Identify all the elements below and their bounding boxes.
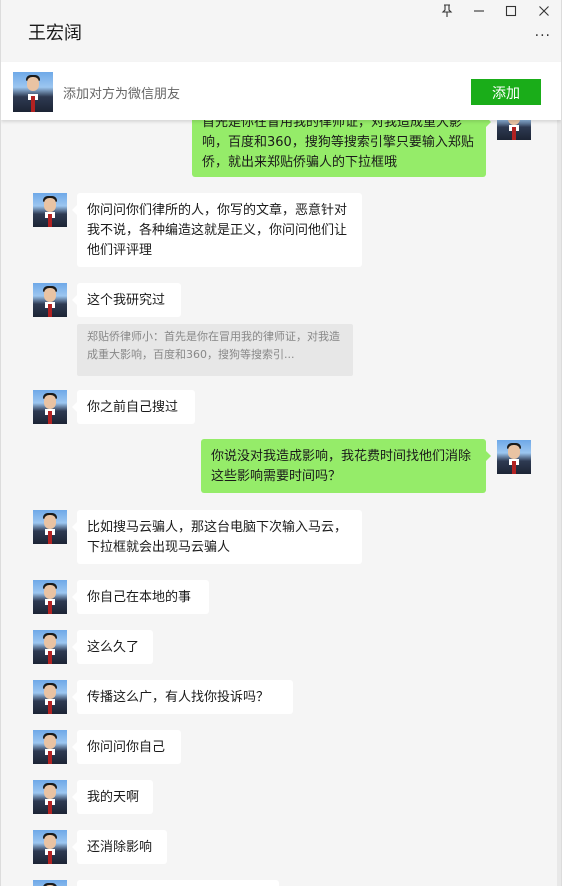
add-friend-button[interactable]: 添加 <box>471 79 541 105</box>
quoted-message[interactable]: 郑贴侨律师小：首先是你在冒用我的律师证，对我造成重大影响，百度和360，搜狗等搜… <box>77 324 353 376</box>
message-bubble-sent: 你说没对我造成影响，我花费时间找他们消除这些影响需要时间吗？ <box>201 439 491 493</box>
avatar-contact[interactable] <box>33 510 67 544</box>
message-bubble-received: 这么久了 <box>72 630 153 664</box>
add-friend-bar: 添加对方为微信朋友 添加 <box>1 62 561 120</box>
message-bubble-received: 我的天啊 <box>72 780 153 814</box>
title-bar: 王宏阔 ··· <box>1 0 561 62</box>
avatar-contact[interactable] <box>33 630 67 664</box>
message-bubble-received: 传播这么广，有人找你投诉吗？ <box>72 680 293 714</box>
close-icon[interactable] <box>534 4 554 22</box>
minimize-icon[interactable] <box>469 4 489 22</box>
message-list: 首先是你在冒用我的律师证，对我造成重大影响，百度和360，搜狗等搜索引擎只要输入… <box>1 62 561 886</box>
avatar-contact[interactable] <box>33 680 67 714</box>
pin-icon[interactable] <box>437 4 457 22</box>
avatar-contact[interactable] <box>33 830 67 864</box>
message-bubble-received <box>77 880 279 886</box>
message-bubble-received: 你之前自己搜过 <box>72 390 195 424</box>
contact-avatar[interactable] <box>13 72 53 112</box>
avatar-contact[interactable] <box>33 283 67 317</box>
maximize-icon[interactable] <box>501 4 521 22</box>
message-bubble-received: 你问问你们律所的人，你写的文章，恶意针对我不说，各种编造这就是正义，你问问他们让… <box>72 193 362 267</box>
avatar-contact[interactable] <box>33 390 67 424</box>
chat-window: 王宏阔 ··· 首先是你在冒用我的律师证，对我造成重大影响，百度和360，搜狗等… <box>0 0 562 886</box>
message-bubble-received: 你问问你自己 <box>72 730 181 764</box>
more-options-icon[interactable]: ··· <box>535 28 551 44</box>
avatar-contact[interactable] <box>33 730 67 764</box>
message-bubble-received: 这个我研究过 <box>72 283 181 317</box>
add-friend-hint: 添加对方为微信朋友 <box>63 87 181 102</box>
message-bubble-received: 比如搜马云骗人，那这台电脑下次输入马云，下拉框就会出现马云骗人 <box>72 510 362 564</box>
message-bubble-received: 你自己在本地的事 <box>72 580 209 614</box>
avatar-contact[interactable] <box>33 880 67 886</box>
avatar-contact[interactable] <box>33 780 67 814</box>
avatar-contact[interactable] <box>33 193 67 227</box>
message-bubble-received: 还消除影响 <box>72 830 167 864</box>
contact-name-title: 王宏阔 <box>28 23 82 44</box>
avatar-self[interactable] <box>497 440 531 474</box>
avatar-contact[interactable] <box>33 580 67 614</box>
